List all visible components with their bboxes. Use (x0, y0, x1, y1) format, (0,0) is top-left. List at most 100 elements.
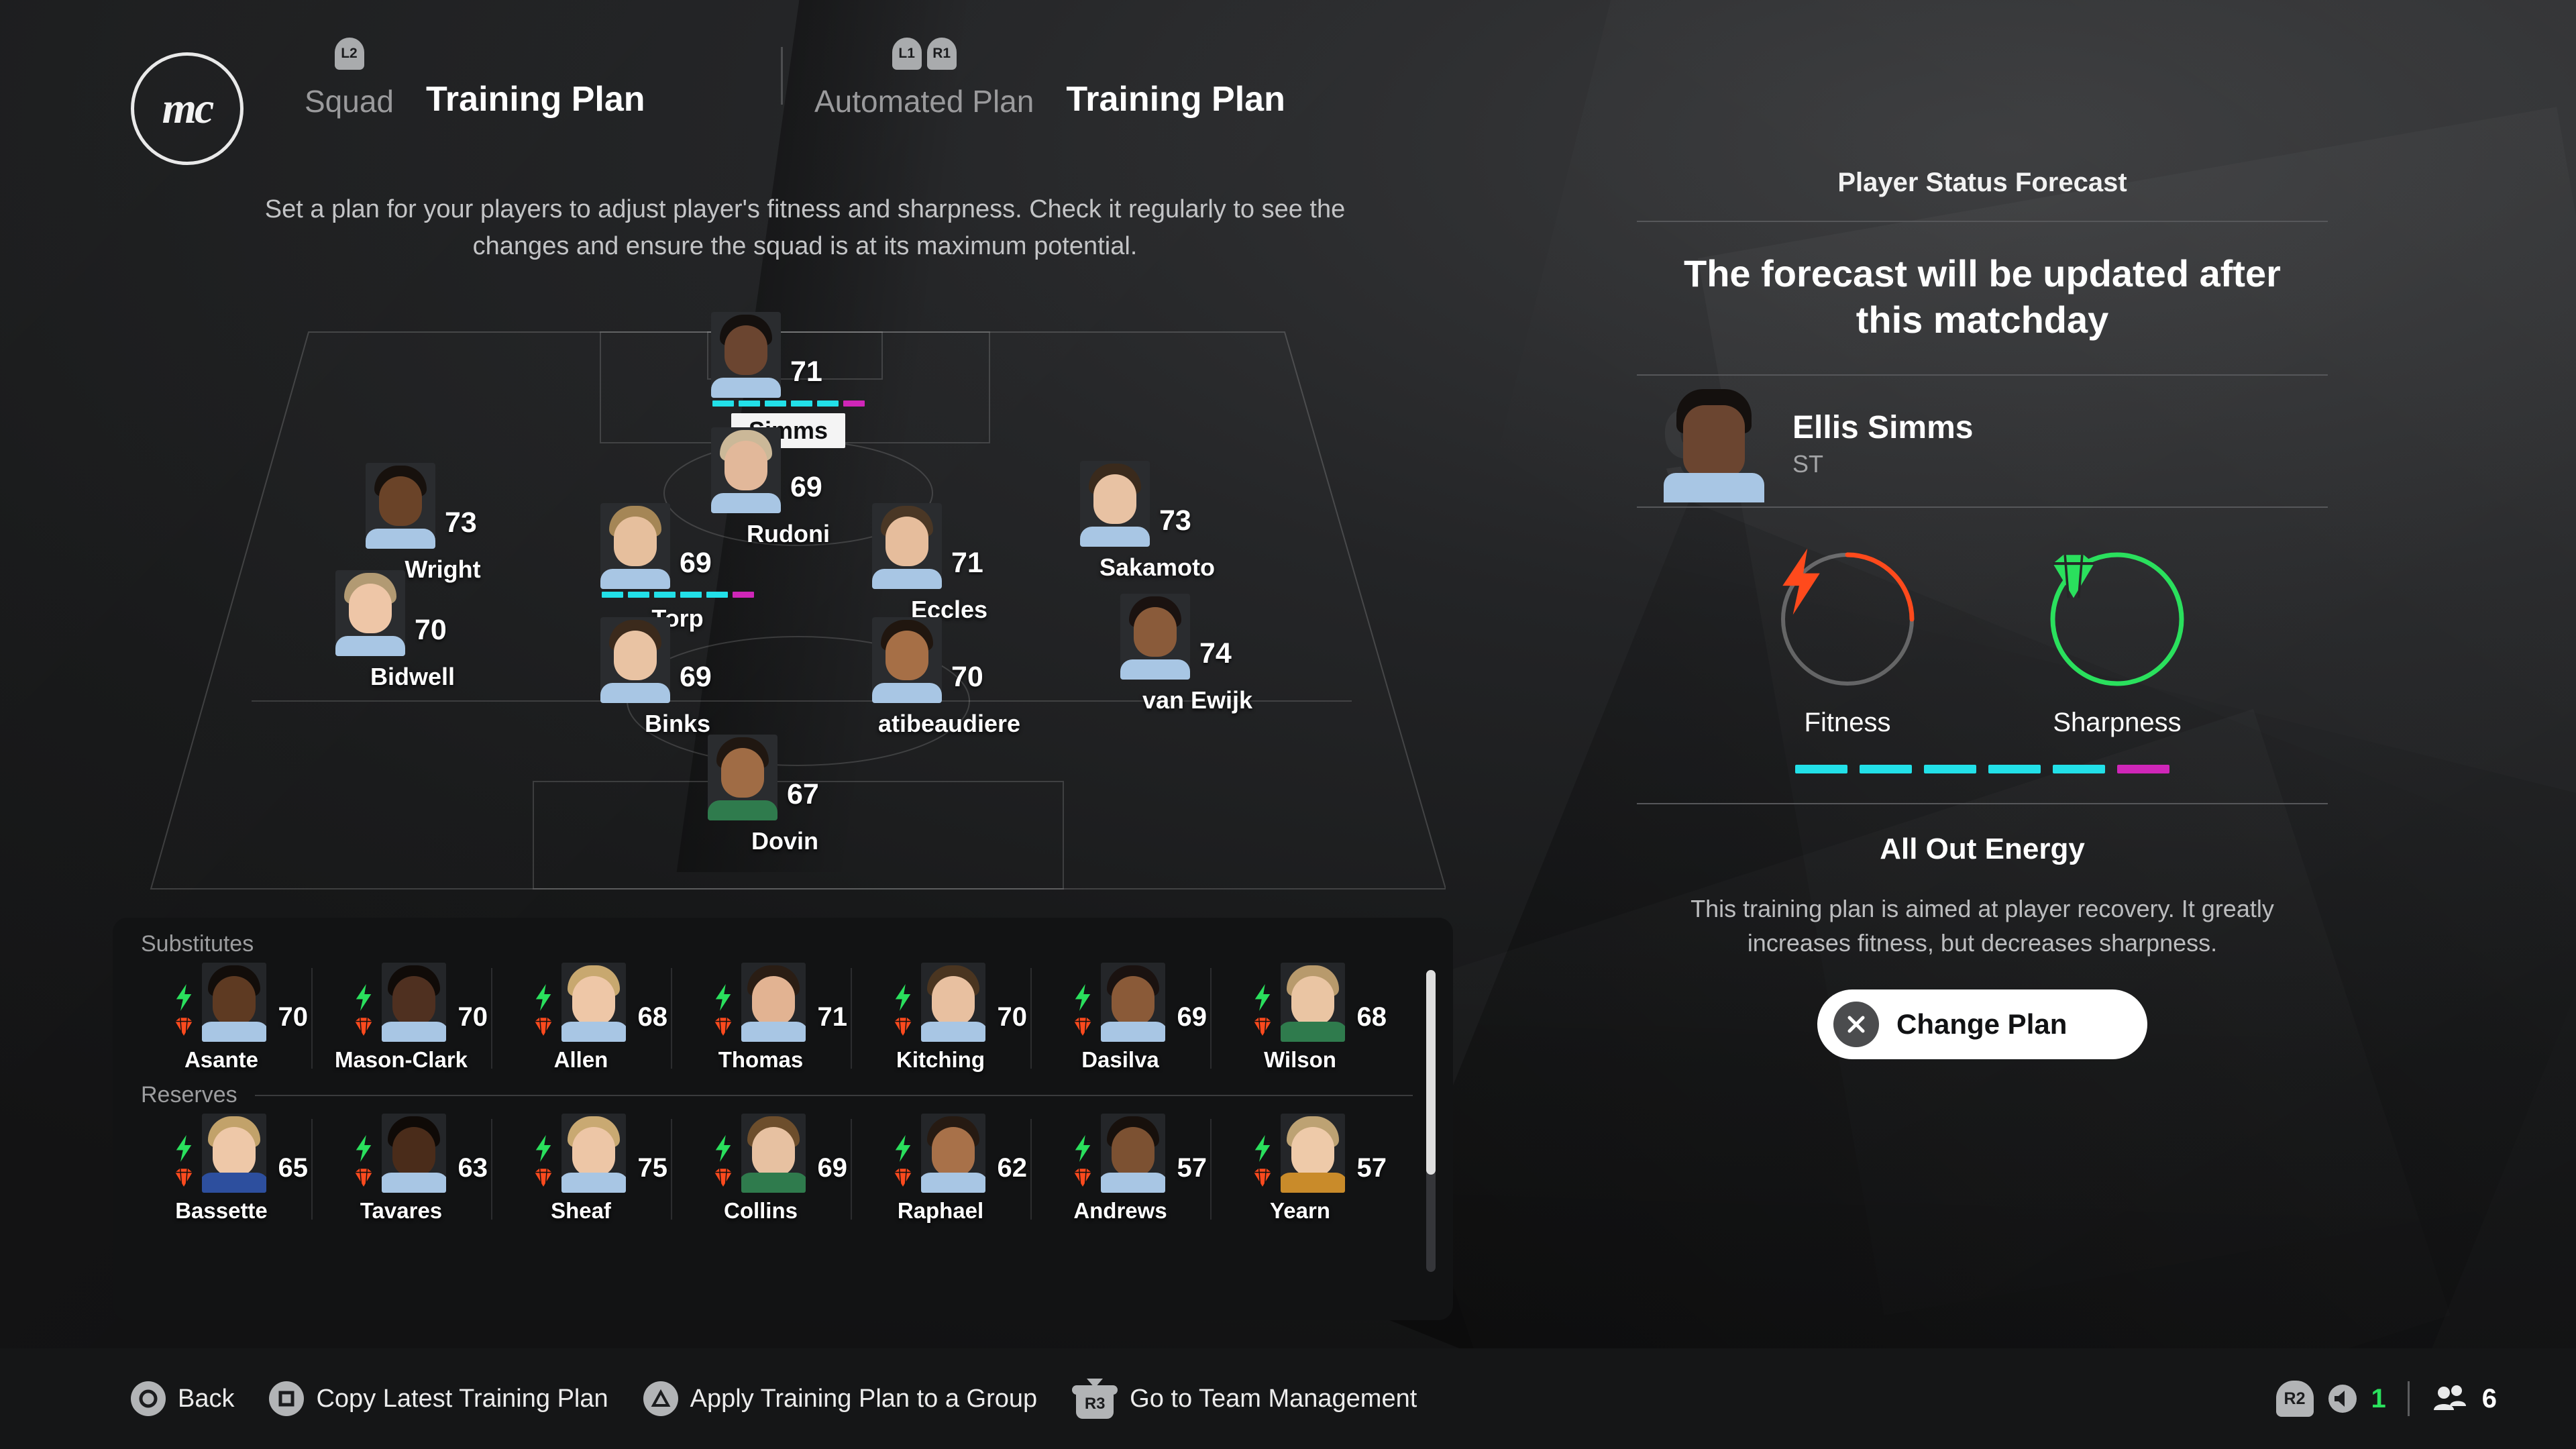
cross-button-icon (1833, 1002, 1879, 1048)
selected-player-summary: 9 Ellis Simms ST (1637, 376, 2328, 506)
pitch-player-card[interactable]: 70 atibeaudiere (872, 617, 1026, 738)
change-plan-button[interactable]: Change Plan (1817, 989, 2147, 1060)
player-portrait (1101, 1114, 1165, 1193)
circle-button-icon[interactable] (131, 1381, 166, 1416)
sharpness-gem-icon (535, 1169, 552, 1187)
player-rating: 70 (458, 1002, 488, 1032)
player-name: Dasilva (1081, 1047, 1159, 1072)
player-name: Sheaf (551, 1198, 611, 1223)
pitch-player-card[interactable]: 73 Wright (366, 463, 520, 584)
player-row: 71 (714, 963, 847, 1042)
sharpness-gem-icon (1254, 1169, 1271, 1187)
reserves-label: Reserves (141, 1082, 237, 1108)
bench-player-card[interactable]: 57 Andrews (1030, 1108, 1210, 1224)
r3-stick-icon[interactable]: R3 (1072, 1379, 1118, 1419)
bench-player-card[interactable]: 69 Collins (671, 1108, 851, 1224)
player-name-wrap: Dovin (708, 827, 862, 855)
player-name: Yearn (1270, 1198, 1330, 1223)
sharpness-gem-icon (535, 1018, 552, 1036)
pitch-formation: 71 Simms 69 Rudoni 73 Wright 73 Sakamoto 69 Torp 7… (144, 312, 1446, 902)
player-face (1120, 594, 1190, 680)
sharpness-gem-icon (1074, 1169, 1091, 1187)
sharpness-gem-icon (1074, 1018, 1091, 1036)
player-status-icons (892, 1135, 914, 1189)
triangle-button-icon[interactable] (643, 1381, 678, 1416)
bench-player-card[interactable]: 62 Raphael (851, 1108, 1030, 1224)
pitch-player-card[interactable]: 73 Sakamoto (1080, 461, 1234, 582)
sharpness-gem-icon (355, 1018, 372, 1036)
reserves-row: 65 Bassette 63 Tavares 75 Sheaf 69 Collins 62 Rap… (113, 1108, 1453, 1224)
player-portrait (382, 963, 446, 1042)
bench-player-card[interactable]: 68 Allen (491, 957, 671, 1073)
change-plan-label: Change Plan (1896, 1008, 2068, 1040)
player-face (1281, 1114, 1345, 1193)
footer-action-go-to-team-management[interactable]: R3 Go to Team Management (1072, 1379, 1417, 1419)
player-row: 67 (708, 735, 862, 820)
player-rating: 69 (817, 1153, 848, 1183)
bench-scrollbar-thumb[interactable] (1426, 970, 1436, 1175)
pitch-player-card[interactable]: 70 Bidwell (335, 570, 490, 691)
bench-panel[interactable]: Substitutes 70 Asante 70 Mason-Clark 68 Allen… (113, 918, 1453, 1320)
nav-tab-training-plan[interactable]: Training Plan (410, 79, 661, 119)
player-rating: 69 (1177, 1002, 1208, 1032)
bench-player-card[interactable]: 70 Mason-Clark (311, 957, 491, 1073)
player-face (872, 617, 942, 703)
fitness-bolt-icon (535, 984, 551, 1011)
player-portrait (741, 963, 806, 1042)
bench-player-card[interactable]: 70 Asante (131, 957, 311, 1073)
bench-player-card[interactable]: 57 Yearn (1210, 1108, 1390, 1224)
bench-player-card[interactable]: 68 Wilson (1210, 957, 1390, 1073)
player-rating: 57 (1356, 1153, 1387, 1183)
pitch-player-card[interactable]: 67 Dovin (708, 735, 862, 855)
bench-player-card[interactable]: 71 Thomas (671, 957, 851, 1073)
player-status-icons (1071, 984, 1094, 1038)
player-rating: 73 (1159, 504, 1191, 537)
player-portrait (382, 1114, 446, 1193)
bench-player-card[interactable]: 63 Tavares (311, 1108, 491, 1224)
bench-player-card[interactable]: 75 Sheaf (491, 1108, 671, 1224)
r2-button-icon[interactable]: R2 (2275, 1381, 2314, 1417)
player-status-icons (532, 1135, 555, 1189)
player-name: Binks (644, 710, 711, 737)
bench-player-card[interactable]: 65 Bassette (131, 1108, 311, 1224)
bench-player-card[interactable]: 70 Kitching (851, 957, 1030, 1073)
pitch-player-card[interactable]: 74 van Ewijk (1120, 594, 1275, 714)
footer-action-apply-training-plan-to-a-group[interactable]: Apply Training Plan to a Group (643, 1381, 1037, 1416)
player-portrait (1101, 963, 1165, 1042)
gauge-ring (1776, 548, 1919, 690)
footer-action-copy-latest-training-plan[interactable]: Copy Latest Training Plan (269, 1381, 608, 1416)
footer-action-label: Go to Team Management (1130, 1384, 1417, 1413)
player-status-icons (1251, 1135, 1274, 1189)
pitch-player-card[interactable]: 69 Binks (600, 617, 755, 738)
pitch-player-card[interactable]: 71 Eccles (872, 503, 1026, 624)
player-row: 73 (366, 463, 520, 549)
player-face (561, 1114, 626, 1193)
square-button-icon[interactable] (269, 1381, 305, 1416)
player-name: van Ewijk (1142, 686, 1253, 714)
player-rating: 70 (997, 1002, 1028, 1032)
plan-name: All Out Energy (1880, 832, 2085, 865)
footer-action-back[interactable]: Back (131, 1381, 234, 1416)
nav-divider (781, 47, 783, 105)
player-status-icons (1071, 1135, 1094, 1189)
player-face (1101, 1114, 1165, 1193)
panel-divider (1637, 506, 2328, 508)
secondary-nav: L1 R1 Automated Plan Training Plan (798, 38, 1301, 119)
player-face (382, 963, 446, 1042)
player-rating: 68 (637, 1002, 668, 1032)
gauge-sharpness: Sharpness (2046, 548, 2188, 738)
nav-tab-squad[interactable]: L2 Squad (288, 38, 410, 119)
player-face (872, 503, 942, 589)
pitch-player-card[interactable]: 69 Torp (600, 503, 755, 633)
bolt-icon (1782, 548, 1820, 615)
bench-player-card[interactable]: 69 Dasilva (1030, 957, 1210, 1073)
fitness-bolt-icon (1254, 984, 1271, 1011)
nav-tab-automated-plan[interactable]: L1 R1 Automated Plan (798, 38, 1050, 119)
gem-icon (2053, 554, 2094, 598)
bench-scrollbar[interactable] (1426, 970, 1436, 1272)
app-root: mc L2 Squad Training Plan L1 R1 Automated Pl… (0, 0, 2576, 1449)
nav-tab-training-plan[interactable]: Training Plan (1050, 79, 1301, 119)
player-rating: 70 (951, 661, 983, 693)
player-face (600, 617, 670, 703)
player-name-wrap: van Ewijk (1120, 686, 1275, 714)
